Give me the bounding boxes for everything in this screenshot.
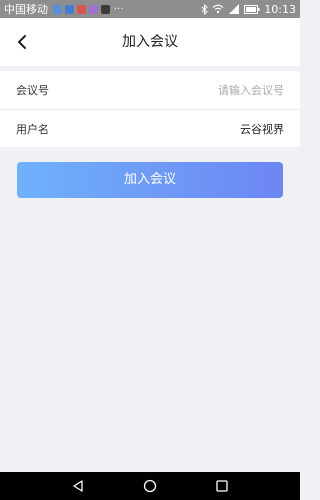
nav-home-button[interactable]: [140, 476, 160, 496]
username-label: 用户名: [16, 122, 49, 136]
meeting-id-label: 会议号: [16, 84, 49, 97]
nav-back-button[interactable]: [68, 476, 88, 496]
bluetooth-icon: [201, 3, 209, 15]
triangle-back-icon: [73, 480, 83, 492]
status-bar: 中国移动 ··· 10:13: [0, 0, 300, 18]
join-meeting-screen: 中国移动 ··· 10:13 加入会议 会议号 请输入会议号 用户名 云谷视界 …: [0, 0, 300, 500]
navigation-bar: [0, 472, 300, 500]
meeting-id-input[interactable]: [96, 83, 284, 97]
app-notif-icon: [89, 4, 98, 14]
signal-icon: [228, 4, 240, 14]
battery-icon: [244, 4, 260, 14]
square-recents-icon: [216, 480, 228, 492]
page-title: 加入会议: [122, 34, 178, 50]
back-arrow-icon: [18, 35, 26, 49]
status-bar-left: 中国移动 ···: [4, 1, 124, 17]
wifi-icon: [212, 4, 224, 14]
username-row: 用户名 云谷视界: [0, 109, 300, 147]
clock: 10:13: [264, 2, 296, 16]
username-value[interactable]: 云谷视界: [96, 121, 284, 137]
nav-recents-button[interactable]: [212, 476, 232, 496]
mail-notif-icon: [77, 4, 86, 14]
join-form: 会议号 用户名 云谷视界: [0, 71, 300, 147]
status-bar-right: 10:13: [201, 3, 296, 16]
meeting-id-row: 会议号: [0, 71, 300, 109]
message-notif-icon: [101, 4, 110, 14]
gallery-notif-icon: [53, 4, 62, 14]
back-button[interactable]: [8, 28, 36, 56]
circle-home-icon: [143, 479, 157, 493]
header: 加入会议: [0, 18, 300, 66]
download-notif-icon: [65, 4, 74, 14]
join-meeting-button[interactable]: 加入会议: [17, 162, 283, 198]
carrier-label: 中国移动: [4, 3, 48, 16]
more-notifications-indicator: ···: [114, 3, 124, 15]
